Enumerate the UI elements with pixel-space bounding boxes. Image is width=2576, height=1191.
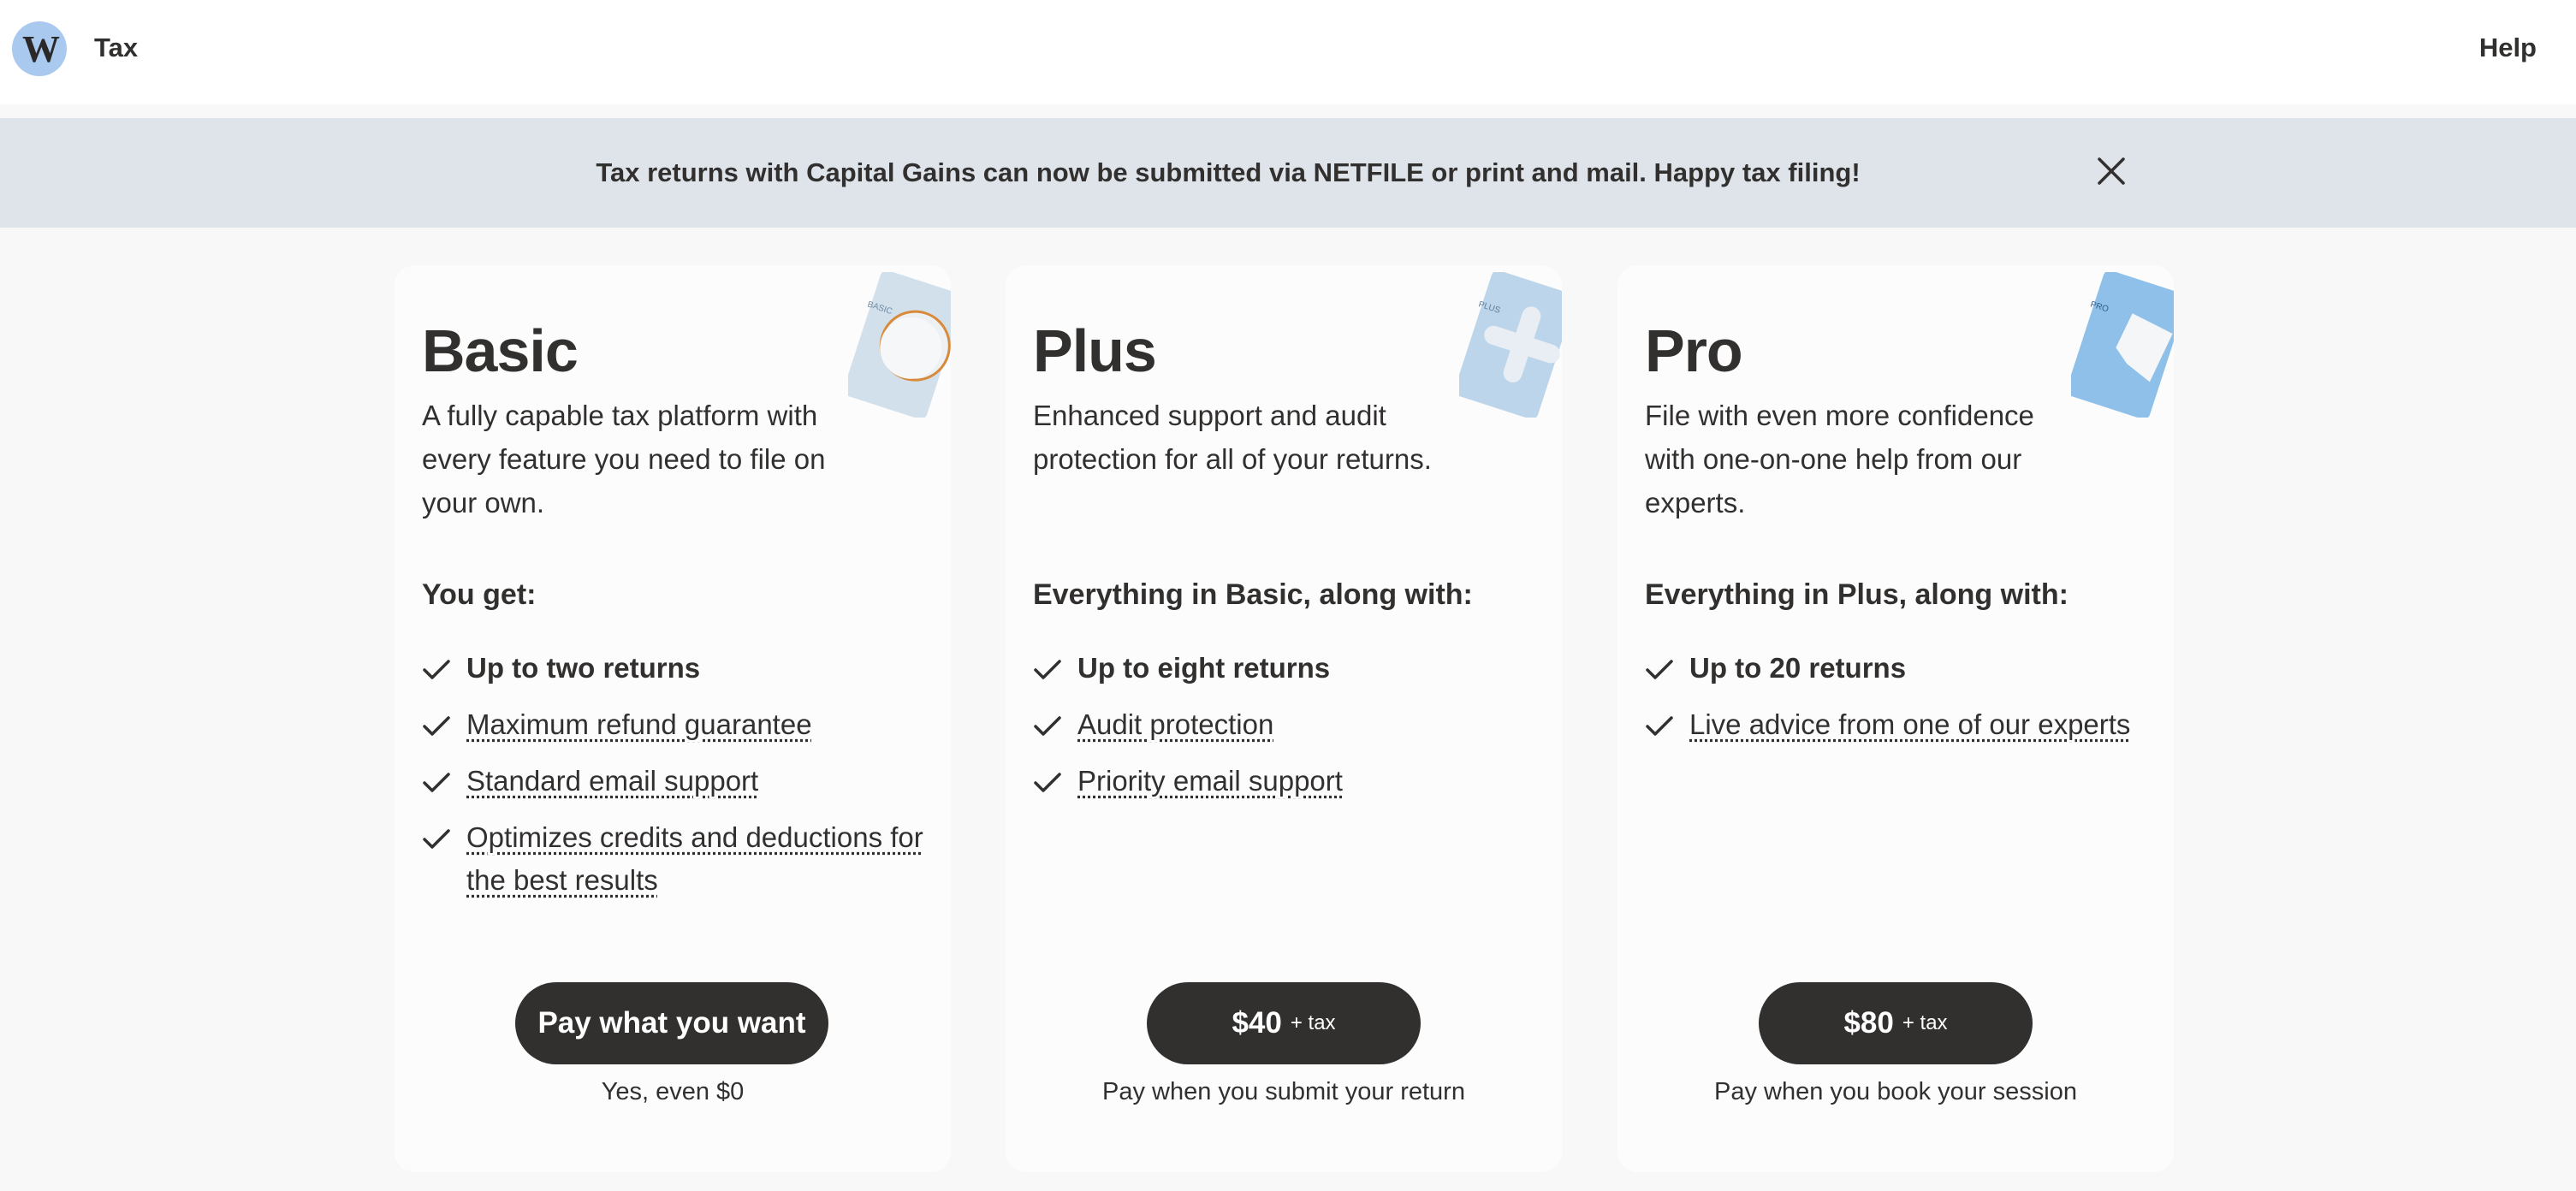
feature-item: Audit protection [1033,703,1538,746]
checkmark-icon [423,829,450,849]
cta-label: Pay what you want [537,1006,806,1040]
close-icon[interactable] [2096,156,2127,187]
cta-tax-suffix: + tax [1290,1011,1336,1034]
feature-link-standard-email-support[interactable]: Standard email support [466,765,758,797]
cta-price: $80 [1843,1006,1894,1040]
feature-item: Optimizes credits and deductions for the… [422,816,927,902]
feature-link-audit-protection[interactable]: Audit protection [1077,708,1273,740]
feature-list: Up to eight returns Audit protection Pri… [1033,647,1538,816]
feature-item: Up to two returns [422,647,927,690]
feature-item: Up to 20 returns [1645,647,2150,690]
plan-name: Pro [1645,317,1743,384]
feature-list: Up to 20 returns Live advice from one of… [1645,647,2150,760]
plan-card-plus: PLUS Plus Enhanced support and audit pro… [1006,265,1562,1172]
feature-link-priority-email-support[interactable]: Priority email support [1077,765,1343,797]
plan-card-pro: PRO Pro File with even more confidence w… [1617,265,2174,1172]
features-heading: Everything in Basic, along with: [1033,578,1473,611]
feature-label: Up to two returns [466,652,701,684]
help-link[interactable]: Help [2479,33,2537,63]
cta-note: Pay when you book your session [1714,1078,2077,1105]
plan-description: File with even more confidence with one-… [1645,400,2034,518]
checkmark-icon [423,773,450,792]
checkmark-icon [423,716,450,736]
checkmark-icon [1646,716,1673,736]
checkmark-icon [1034,716,1061,736]
features-heading: You get: [422,578,537,611]
feature-link-maximum-refund-guarantee[interactable]: Maximum refund guarantee [466,708,812,740]
cta-note: Pay when you submit your return [1102,1078,1465,1105]
pro-price-button[interactable]: $80 + tax [1759,982,2033,1064]
app-title: Tax [94,33,139,62]
plan-card-basic: BASIC Basic A fully capable tax platform… [395,265,951,1172]
checkmark-icon [1034,773,1061,792]
feature-label: Up to eight returns [1077,652,1331,684]
feature-item: Priority email support [1033,760,1538,803]
cta-tax-suffix: + tax [1902,1011,1948,1034]
feature-link-live-advice[interactable]: Live advice from one of our experts [1689,708,2130,740]
announcement-banner: Tax returns with Capital Gains can now b… [0,118,2576,228]
plan-description: Enhanced support and audit protection fo… [1033,400,1432,475]
plus-plan-card-illustration: PLUS [1459,272,1562,418]
wealthsimple-logo[interactable]: W [12,21,67,76]
checkmark-icon [423,660,450,679]
plan-name: Plus [1033,317,1157,384]
feature-item: Live advice from one of our experts [1645,703,2150,746]
feature-link-optimizes-credits[interactable]: Optimizes credits and deductions for the… [466,821,923,896]
plan-description: A fully capable tax platform with every … [422,400,826,518]
basic-plan-card-illustration: BASIC [848,272,951,418]
pro-plan-card-illustration: PRO [2071,272,2174,418]
cta-price: $40 [1232,1006,1282,1040]
features-heading: Everything in Plus, along with: [1645,578,2069,611]
cta-note: Yes, even $0 [601,1078,745,1105]
checkmark-icon [1646,660,1673,679]
feature-item: Up to eight returns [1033,647,1538,690]
feature-item: Standard email support [422,760,927,803]
pay-what-you-want-button[interactable]: Pay what you want [515,982,828,1064]
checkmark-icon [1034,660,1061,679]
plus-price-button[interactable]: $40 + tax [1147,982,1421,1064]
feature-list: Up to two returns Maximum refund guarant… [422,647,927,915]
feature-label: Up to 20 returns [1689,652,1907,684]
banner-message: Tax returns with Capital Gains can now b… [596,157,1861,187]
top-navigation-bar: W Tax Help [0,0,2576,104]
feature-item: Maximum refund guarantee [422,703,927,746]
plan-name: Basic [422,317,579,384]
